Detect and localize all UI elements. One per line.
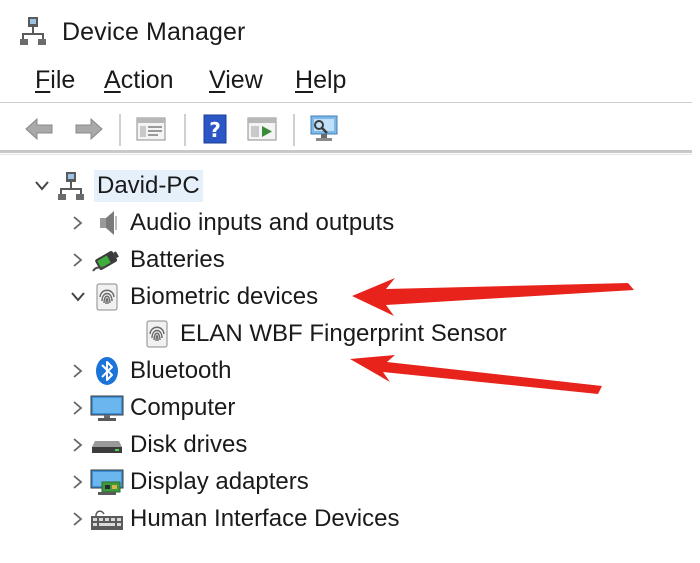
back-icon	[25, 117, 53, 141]
tree-root[interactable]: David-PC	[30, 168, 203, 204]
tree-item-label: Computer	[130, 394, 236, 421]
help-icon: ?	[203, 114, 227, 144]
toolbar: ?	[0, 104, 700, 150]
bluetooth-icon	[90, 354, 124, 388]
tree-item-label: Human Interface Devices	[130, 505, 400, 532]
window-title: Device Manager	[62, 18, 246, 46]
update-driver-icon	[247, 117, 277, 141]
tree-item-label: Disk drives	[130, 431, 248, 458]
toolbar-separator	[293, 114, 295, 146]
battery-icon	[90, 243, 124, 277]
toolbar-divider-highlight	[0, 154, 692, 155]
menu-divider	[0, 102, 692, 103]
scan-hardware-button[interactable]	[307, 112, 341, 146]
chevron-right-icon[interactable]	[66, 433, 90, 457]
scan-hardware-icon	[310, 115, 338, 141]
disk-drive-icon	[90, 428, 124, 462]
tree-item-label: ELAN WBF Fingerprint Sensor	[180, 320, 507, 347]
tree-item-label: Bluetooth	[130, 357, 232, 384]
help-button[interactable]: ?	[198, 112, 232, 146]
tree-item-batteries[interactable]: Batteries	[66, 242, 225, 278]
menu-action[interactable]: Action	[104, 66, 174, 95]
toolbar-separator	[184, 114, 186, 146]
chevron-right-icon[interactable]	[66, 359, 90, 383]
tree-item-human-interface-devices[interactable]: Human Interface Devices	[66, 501, 399, 537]
menu-help[interactable]: Help	[295, 66, 346, 95]
tree-item-label: Batteries	[130, 246, 225, 273]
tree-item-audio[interactable]: Audio inputs and outputs	[66, 205, 394, 241]
toolbar-divider	[0, 150, 692, 153]
menu-view[interactable]: View	[209, 66, 263, 95]
speaker-icon	[90, 206, 124, 240]
chevron-right-icon[interactable]	[66, 248, 90, 272]
tree-item-disk-drives[interactable]: Disk drives	[66, 427, 247, 463]
chevron-right-icon[interactable]	[66, 507, 90, 531]
chevron-right-icon[interactable]	[66, 470, 90, 494]
tree-item-label: Biometric devices	[130, 283, 319, 310]
properties-icon	[136, 117, 166, 141]
tree-item-computer[interactable]: Computer	[66, 390, 235, 426]
tree-item-label: Display adapters	[130, 468, 309, 495]
menu-bar: File Action View Help	[0, 62, 700, 102]
toolbar-separator	[119, 114, 121, 146]
device-manager-icon	[20, 16, 46, 51]
properties-button[interactable]	[134, 112, 168, 146]
chevron-down-icon[interactable]	[30, 174, 54, 198]
chevron-right-icon[interactable]	[66, 211, 90, 235]
annotation-arrow-sensor	[350, 355, 602, 394]
annotation-arrow-biometric	[352, 278, 634, 316]
display-adapter-icon	[90, 465, 124, 499]
tree-item-label: Audio inputs and outputs	[130, 209, 395, 236]
chevron-down-icon[interactable]	[66, 285, 90, 309]
root-label: David-PC	[94, 170, 203, 202]
forward-button[interactable]	[72, 112, 106, 146]
computer-network-icon	[54, 169, 88, 203]
tree-item-biometric[interactable]: Biometric devices	[66, 279, 318, 315]
update-driver-button[interactable]	[245, 112, 279, 146]
chevron-right-icon[interactable]	[66, 396, 90, 420]
back-button[interactable]	[22, 112, 56, 146]
fingerprint-icon	[90, 280, 124, 314]
tree-item-fingerprint-sensor[interactable]: ELAN WBF Fingerprint Sensor	[140, 316, 507, 352]
svg-text:?: ?	[209, 118, 221, 142]
monitor-icon	[90, 391, 124, 425]
forward-icon	[75, 117, 103, 141]
tree-item-display-adapters[interactable]: Display adapters	[66, 464, 309, 500]
menu-file[interactable]: File	[35, 66, 75, 95]
fingerprint-icon	[140, 317, 174, 351]
keyboard-icon	[90, 502, 124, 536]
tree-item-bluetooth[interactable]: Bluetooth	[66, 353, 231, 389]
title-bar: Device Manager	[0, 0, 700, 62]
